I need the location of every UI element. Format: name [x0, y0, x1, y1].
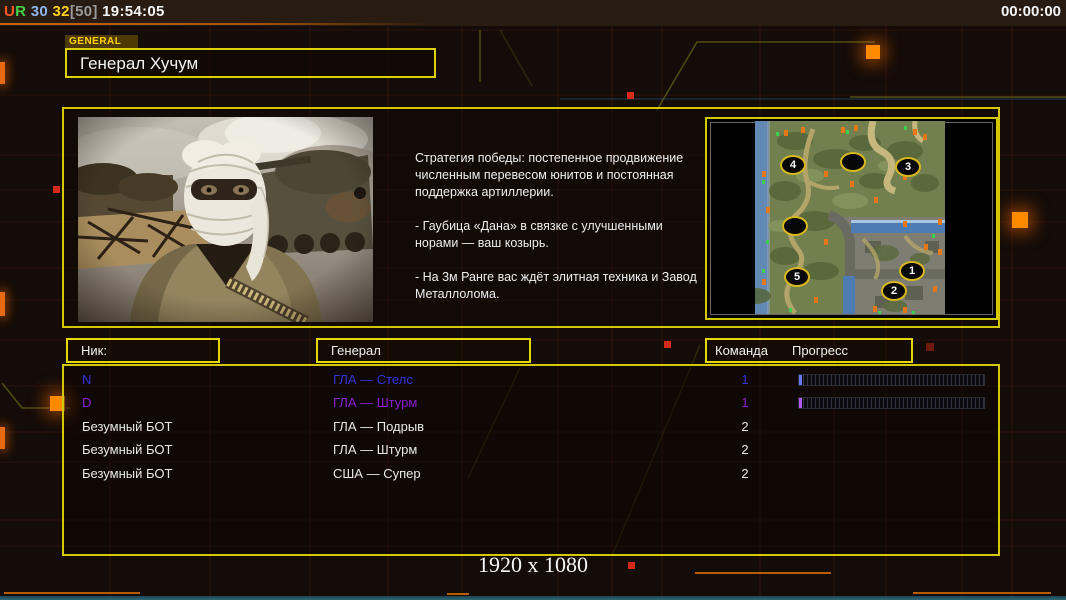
- briefing-paragraph: - Гаубица «Дана» в связке с улучшенными …: [415, 219, 663, 250]
- progress-fill: [799, 398, 802, 409]
- player-row: Безумный БОТ США — Супер 2: [64, 463, 998, 486]
- player-nick: Безумный БОТ: [82, 465, 173, 481]
- map-position-marker: [782, 216, 808, 236]
- player-team: 1: [741, 372, 749, 387]
- load-progress-bar: [798, 374, 985, 386]
- map-position-marker: 3: [895, 157, 921, 177]
- page-title: Генерал Хучум: [65, 48, 436, 78]
- stat-cap: [50]: [69, 3, 98, 20]
- team-progress-column-header: Команда Прогресс: [705, 338, 913, 363]
- player-general: ГЛА — Стелс: [333, 372, 413, 387]
- player-nick: Безумный БОТ: [82, 442, 173, 458]
- deco-orange-line: [447, 593, 469, 595]
- team-header-label: Команда: [715, 343, 768, 358]
- player-row: D ГЛА — Штурм 1: [64, 392, 998, 415]
- nick-column-header: Ник:: [66, 338, 220, 363]
- deco-red-square: [627, 92, 634, 99]
- stat-u: U: [4, 3, 16, 20]
- map-position-marker: 2: [881, 281, 907, 301]
- deco-red-square: [53, 186, 60, 193]
- player-nick: Безумный БОТ: [82, 418, 173, 434]
- progress-header-label: Прогресс: [791, 343, 848, 358]
- player-row: N ГЛА — Стелс 1: [64, 369, 998, 392]
- resolution-label: 1920 x 1080: [478, 552, 588, 577]
- map-position-marker: [840, 152, 866, 172]
- clock-time: 19:54:05: [97, 3, 165, 20]
- player-nick: D: [82, 395, 92, 411]
- topbar-underline: [0, 23, 430, 25]
- stat-r: R: [15, 3, 27, 20]
- stat-value-1: 30: [26, 3, 49, 20]
- player-row: Безумный БОТ ГЛА — Штурм 2: [64, 439, 998, 462]
- deco-red-square: [664, 341, 671, 348]
- player-general: ГЛА — Штурм: [333, 442, 418, 458]
- stat-value-2: 32: [48, 3, 70, 20]
- deco-glow-square: [1012, 212, 1028, 228]
- general-column-header: Генерал: [316, 338, 531, 363]
- bottom-strip: [0, 596, 1066, 600]
- player-row: Безумный БОТ ГЛА — Подрыв 2: [64, 416, 998, 439]
- progress-fill: [799, 375, 802, 385]
- deco-edge-bar: [0, 427, 5, 449]
- general-tab-label: GENERAL: [65, 35, 138, 48]
- deco-red-square: [926, 343, 934, 351]
- match-timer: 00:00:00: [1000, 3, 1061, 20]
- fps-stats-readout: UR 30 32[50] 19:54:05: [4, 3, 165, 20]
- minimap-image: 4 3 5 1 2: [739, 120, 945, 315]
- general-info-panel: Стратегия победы: постепенное продвижени…: [62, 107, 1000, 328]
- player-general: ГЛА — Штурм: [333, 395, 418, 411]
- load-progress-bar: [798, 397, 985, 410]
- player-general: ГЛА — Подрыв: [333, 418, 425, 434]
- deco-orange-line: [4, 592, 140, 594]
- player-team: 2: [741, 418, 749, 434]
- players-table: N ГЛА — Стелс 1 D ГЛА — Штурм 1 Безумный…: [62, 364, 1000, 556]
- map-position-marker: 4: [780, 155, 806, 175]
- deco-orange-line: [913, 592, 1051, 594]
- player-team: 2: [741, 465, 749, 481]
- deco-edge-bar: [0, 292, 5, 316]
- player-general: США — Супер: [333, 465, 421, 481]
- strategy-briefing: Стратегия победы: постепенное продвижени…: [415, 150, 707, 320]
- minimap-panel: 4 3 5 1 2: [705, 117, 998, 320]
- player-team: 1: [741, 395, 749, 411]
- deco-edge-bar: [0, 62, 5, 84]
- briefing-paragraph: - На 3м Ранге вас ждёт элитная техника и…: [415, 270, 697, 301]
- player-nick: N: [82, 372, 92, 387]
- map-position-marker: 5: [784, 267, 810, 287]
- player-team: 2: [741, 442, 749, 458]
- deco-glow-square: [866, 45, 880, 59]
- map-position-marker: 1: [899, 261, 925, 281]
- briefing-paragraph: Стратегия победы: постепенное продвижени…: [415, 151, 684, 199]
- general-portrait: [78, 117, 373, 322]
